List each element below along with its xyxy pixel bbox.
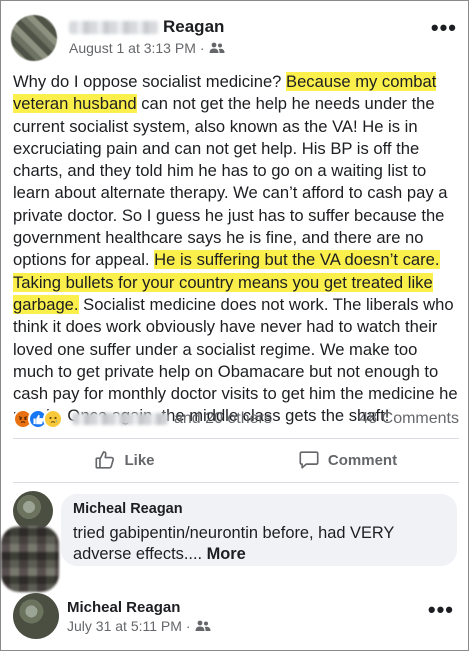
comment-label: Comment <box>327 451 398 469</box>
comments-count[interactable]: 48 Comments <box>359 410 459 428</box>
comment-bubble: Micheal Reagan tried gabipentin/neuronti… <box>61 494 457 566</box>
author-name[interactable]: Reagan <box>163 17 224 36</box>
friends-audience-icon <box>209 42 225 53</box>
comment-author[interactable]: Micheal Reagan <box>73 501 445 517</box>
body-text: can not get the help he needs under the … <box>13 94 448 270</box>
more-options-icon[interactable]: ••• <box>431 17 457 39</box>
next-post-avatar[interactable] <box>13 593 59 639</box>
reaction-icons <box>13 409 63 429</box>
like-button[interactable]: Like <box>13 444 236 476</box>
divider-bottom <box>13 482 459 483</box>
post-actions: Like Comment <box>13 444 459 476</box>
next-post-meta: July 31 at 5:11 PM · <box>67 618 211 634</box>
next-post-separator: · <box>185 618 191 634</box>
pixelated-redaction <box>1 526 59 592</box>
reaction-others-text[interactable]: and 20 others <box>174 410 272 428</box>
sad-react-icon <box>43 409 63 429</box>
next-post-more-options-icon[interactable]: ••• <box>428 599 454 621</box>
post-date[interactable]: August 1 at 3:13 PM <box>69 40 196 56</box>
comment-button[interactable]: Comment <box>236 444 459 476</box>
post-meta: August 1 at 3:13 PM · <box>69 40 225 56</box>
blurred-reactor-names <box>72 413 168 425</box>
body-text: Why do I oppose socialist medicine? <box>13 72 287 91</box>
author-avatar[interactable] <box>11 15 57 61</box>
post-card: Reagan August 1 at 3:13 PM · ••• Why do … <box>0 0 469 651</box>
post-author[interactable]: Reagan <box>69 17 224 37</box>
divider-top <box>13 438 459 439</box>
reactions-bar[interactable]: and 20 others 48 Comments <box>13 407 459 431</box>
next-post-author[interactable]: Micheal Reagan <box>67 599 180 616</box>
comment-text: tried gabipentin/neurontin before, had V… <box>73 523 445 565</box>
commenter-avatar[interactable] <box>13 491 53 531</box>
post-header: Reagan August 1 at 3:13 PM · ••• <box>11 7 461 61</box>
blurred-name-redaction <box>69 21 159 35</box>
next-post-date[interactable]: July 31 at 5:11 PM <box>67 618 182 634</box>
comment-more-link[interactable]: More <box>207 545 246 563</box>
post-body: Why do I oppose socialist medicine? Beca… <box>13 71 459 428</box>
like-label: Like <box>124 451 155 469</box>
thumbs-up-icon <box>95 451 115 469</box>
body-text: Socialist medicine does not work. The li… <box>13 294 458 426</box>
comment-bubble-icon <box>299 451 319 469</box>
friends-audience-icon <box>195 620 211 631</box>
meta-separator: · <box>199 40 205 56</box>
